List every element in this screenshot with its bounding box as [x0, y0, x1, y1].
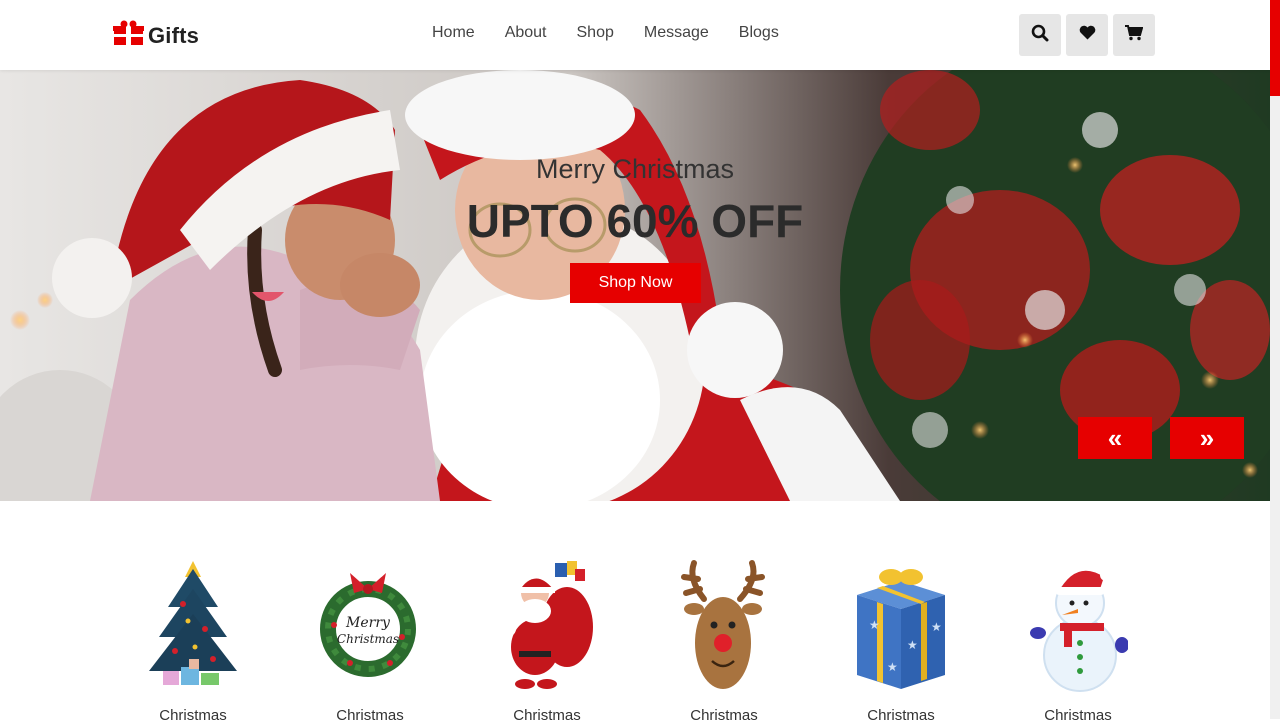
category-label: Christmas	[867, 707, 935, 724]
svg-text:★: ★	[869, 618, 880, 632]
svg-text:★: ★	[931, 620, 942, 634]
double-chevron-right-icon: »	[1199, 422, 1215, 453]
double-chevron-left-icon: «	[1107, 422, 1123, 453]
cart-button[interactable]	[1113, 14, 1155, 56]
brand-name: Gifts	[148, 22, 200, 48]
search-icon	[1031, 24, 1049, 47]
site-header: Gifts Home About Shop Message Blogs	[0, 0, 1270, 70]
wishlist-button[interactable]	[1066, 14, 1108, 56]
carousel-next-button[interactable]: »	[1170, 417, 1244, 459]
category-item[interactable]: ★ ★ ★ ★ Christmas	[831, 559, 971, 724]
carousel-prev-button[interactable]: «	[1078, 417, 1152, 459]
main-nav: Home About Shop Message Blogs	[432, 24, 779, 42]
shop-now-button[interactable]: Shop Now	[570, 263, 701, 303]
category-list: Christmas Merry Christmas Christmas Chri…	[0, 501, 1270, 724]
hero-title: UPTO 60% OFF	[466, 195, 804, 247]
search-button[interactable]	[1019, 14, 1061, 56]
hero-banner: Merry Christmas UPTO 60% OFF Shop Now « …	[0, 70, 1270, 501]
svg-text:★: ★	[907, 638, 918, 652]
svg-text:★: ★	[887, 660, 898, 674]
nav-message[interactable]: Message	[644, 24, 709, 42]
category-label: Christmas	[159, 707, 227, 724]
category-item[interactable]: Christmas	[477, 559, 617, 724]
category-item[interactable]: Christmas	[654, 559, 794, 724]
scrollbar-thumb[interactable]	[1270, 0, 1280, 96]
category-label: Christmas	[1044, 707, 1112, 724]
category-label: Christmas	[513, 707, 581, 724]
logo[interactable]: Gifts	[113, 20, 199, 51]
header-actions	[1019, 14, 1155, 56]
christmas-tree-icon	[123, 559, 263, 693]
gift-logo-icon	[113, 20, 144, 51]
svg-text:Merry: Merry	[345, 615, 391, 631]
scrollbar[interactable]	[1270, 0, 1280, 719]
category-label: Christmas	[690, 707, 758, 724]
snowman-icon	[1008, 559, 1148, 693]
category-item[interactable]: Merry Christmas Christmas	[300, 559, 440, 724]
gift-box-icon: ★ ★ ★ ★	[831, 559, 971, 693]
cart-icon	[1125, 24, 1144, 46]
hero-subtitle: Merry Christmas	[535, 154, 734, 184]
svg-text:Christmas: Christmas	[337, 632, 399, 646]
heart-icon	[1079, 25, 1096, 45]
category-item[interactable]: Christmas	[1008, 559, 1148, 724]
reindeer-icon	[654, 559, 794, 693]
nav-about[interactable]: About	[505, 24, 547, 42]
category-item[interactable]: Christmas	[123, 559, 263, 724]
nav-home[interactable]: Home	[432, 24, 475, 42]
nav-shop[interactable]: Shop	[577, 24, 614, 42]
nav-blogs[interactable]: Blogs	[739, 24, 779, 42]
santa-icon	[477, 559, 617, 693]
wreath-icon: Merry Christmas	[300, 559, 440, 693]
category-label: Christmas	[336, 707, 404, 724]
